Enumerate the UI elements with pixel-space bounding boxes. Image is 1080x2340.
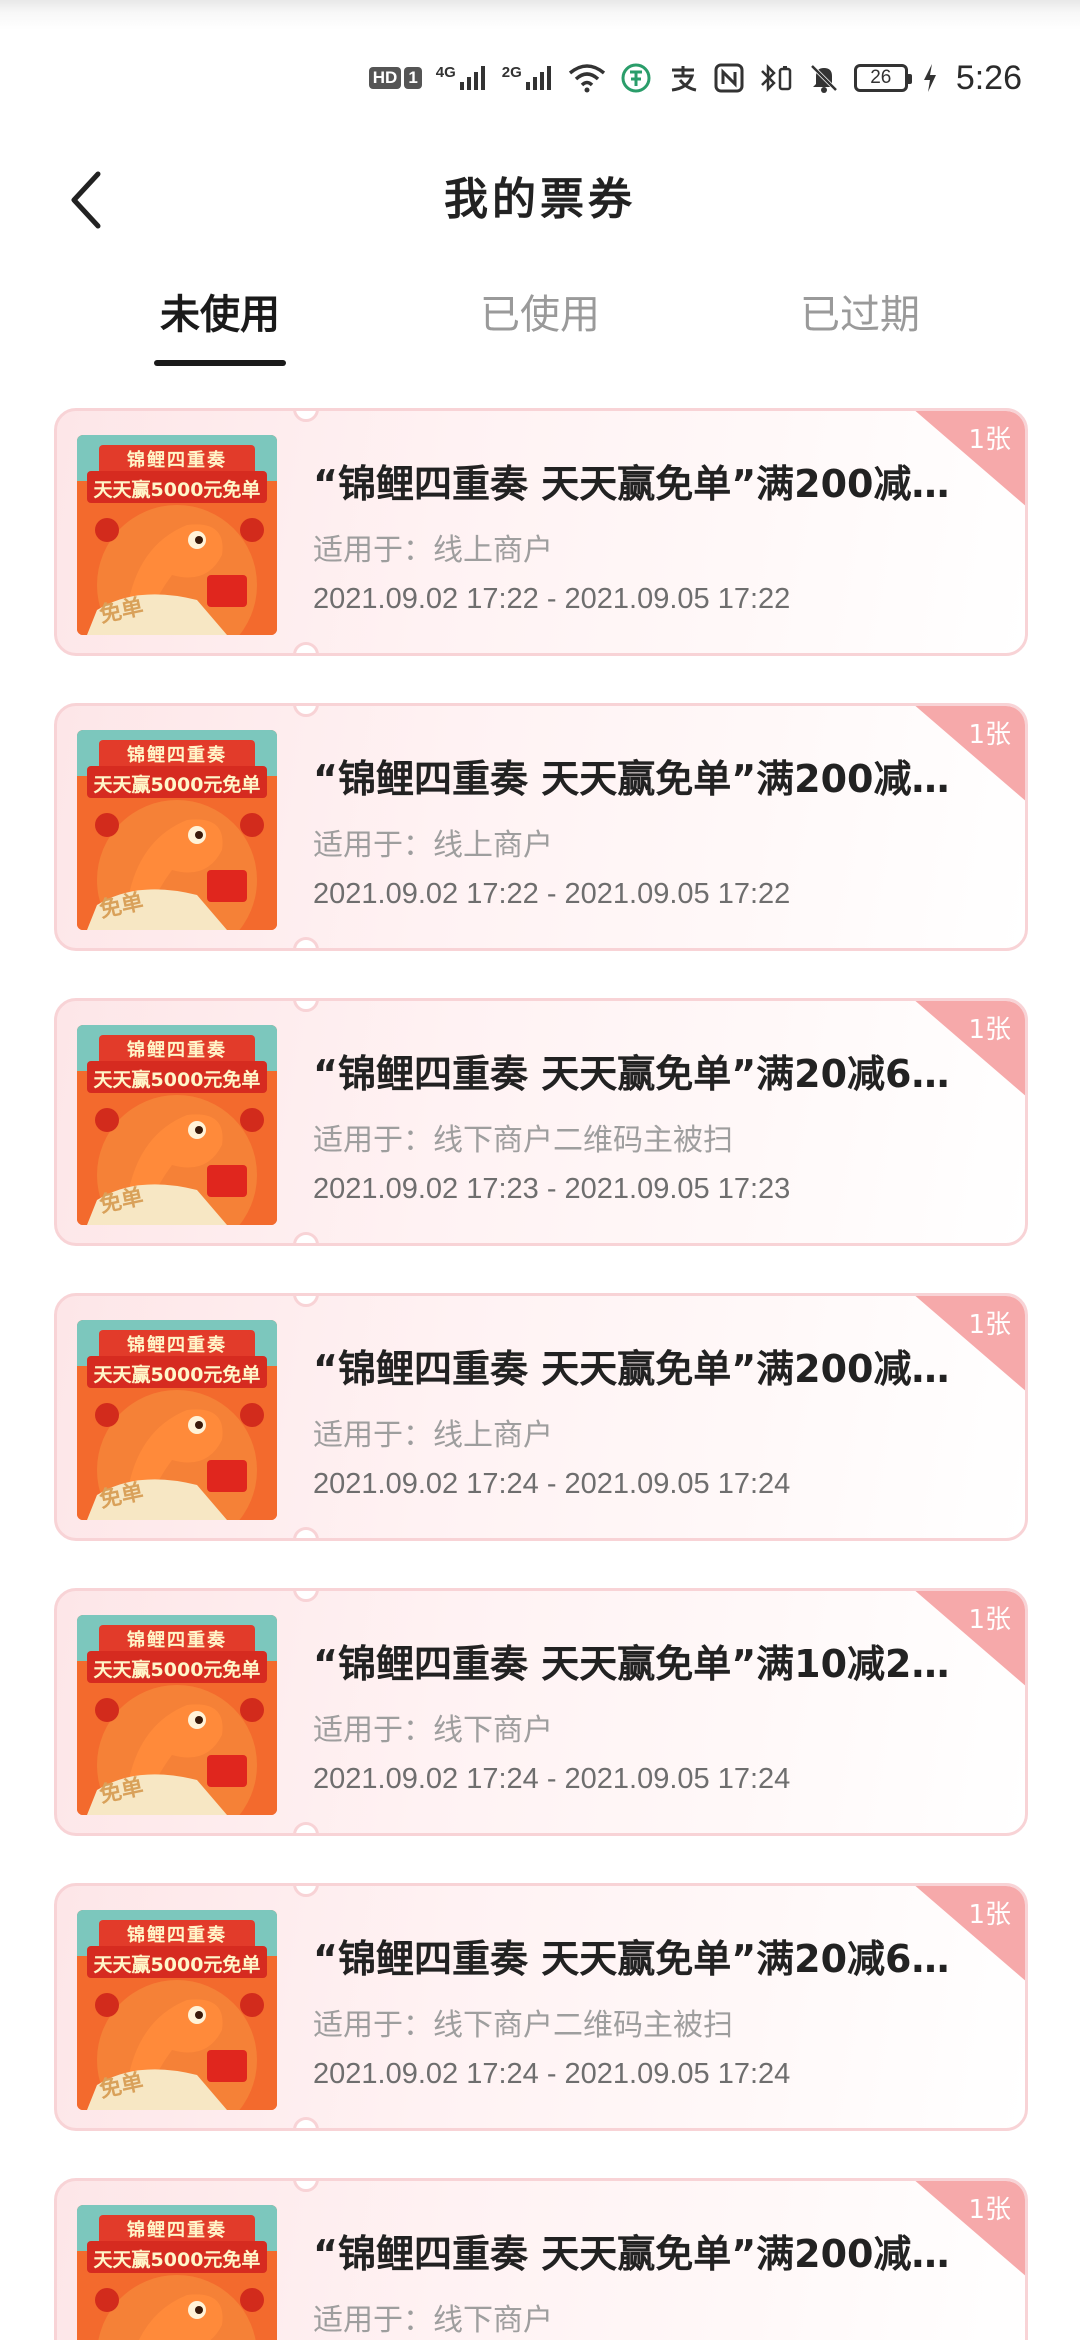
nfc-icon <box>714 63 744 93</box>
coupon-validity: 2021.09.02 17:24 - 2021.09.05 17:24 <box>313 2058 791 2090</box>
coupon-title: “锦鲤四重奏 天天赢免单”满200减… <box>313 2232 950 2276</box>
status-icons: HD 1 4G 2G 26 5:26 <box>368 56 1022 100</box>
count-badge-label: 1张 <box>968 1310 1011 1340</box>
thumb-banner-main: 天天赢5000元免单 <box>93 479 261 501</box>
coupon-scope: 适用于：线下商户二维码主被扫 <box>313 1123 733 1158</box>
thumb-banner-top: 锦鲤四重奏 <box>127 745 227 766</box>
signal-4g-icon: 4G <box>436 64 488 92</box>
tab-bar: 未使用 已使用 已过期 <box>0 270 1080 370</box>
coupon-notch-bottom <box>293 1822 319 1833</box>
thumb-banner-top: 锦鲤四重奏 <box>127 450 227 471</box>
coupon-thumbnail: 锦鲤四重奏 天天赢5000元免单 免单 <box>77 1615 277 1815</box>
coupon-title: “锦鲤四重奏 天天赢免单”满200减… <box>313 462 950 506</box>
status-bar: HD 1 4G 2G 26 5:26 <box>0 0 1080 150</box>
tab-unused-label: 未使用 <box>160 292 280 338</box>
thumb-banner-top: 锦鲤四重奏 <box>127 1040 227 1061</box>
active-tab-indicator <box>154 360 286 366</box>
sim-label: 1 <box>404 67 422 89</box>
coupon-thumbnail: 锦鲤四重奏 天天赢5000元免单 免单 <box>77 2205 277 2340</box>
thumb-banner-main: 天天赢5000元免单 <box>93 1954 261 1976</box>
coupon-thumbnail: 锦鲤四重奏 天天赢5000元免单 免单 <box>77 435 277 635</box>
coupon-scope: 适用于：线下商户 <box>313 1713 553 1748</box>
coupon-notch-bottom <box>293 1232 319 1243</box>
tab-used-label: 已使用 <box>480 292 600 338</box>
coupon-notch-top <box>293 411 319 422</box>
count-badge-label: 1张 <box>968 1900 1011 1930</box>
screen: HD 1 4G 2G 26 5:26 我的票券 未使用 已使用 已过期 锦鲤四重… <box>0 0 1080 2340</box>
coupon-notch-top <box>293 1591 319 1602</box>
count-badge-label: 1张 <box>968 720 1011 750</box>
coupon-notch-bottom <box>293 1527 319 1538</box>
coupon-card[interactable]: 锦鲤四重奏 天天赢5000元免单 免单 “锦鲤四重奏 天天赢免单”满10减2… 适… <box>54 1588 1028 1836</box>
charging-icon <box>922 63 938 93</box>
thumb-banner-main: 天天赢5000元免单 <box>93 1659 261 1681</box>
coupon-thumbnail: 锦鲤四重奏 天天赢5000元免单 免单 <box>77 1025 277 1225</box>
coupon-validity: 2021.09.02 17:23 - 2021.09.05 17:23 <box>313 1173 791 1205</box>
coupon-notch-bottom <box>293 642 319 653</box>
wifi-icon <box>568 63 606 93</box>
battery-icon: 26 <box>853 64 912 92</box>
coupon-card[interactable]: 锦鲤四重奏 天天赢5000元免单 免单 “锦鲤四重奏 天天赢免单”满200减… 适… <box>54 703 1028 951</box>
coupon-scope: 适用于：线下商户二维码主被扫 <box>313 2008 733 2043</box>
thumb-banner-top: 锦鲤四重奏 <box>127 1335 227 1356</box>
header: 我的票券 <box>0 150 1080 250</box>
coupon-notch-top <box>293 2181 319 2192</box>
tab-expired[interactable]: 已过期 <box>750 270 970 370</box>
thumb-banner-top: 锦鲤四重奏 <box>127 2220 227 2241</box>
thumb-banner-top: 锦鲤四重奏 <box>127 1925 227 1946</box>
coupon-notch-top <box>293 1296 319 1307</box>
clock: 5:26 <box>955 58 1022 97</box>
coupon-card[interactable]: 锦鲤四重奏 天天赢5000元免单 免单 “锦鲤四重奏 天天赢免单”满200减… 适… <box>54 2178 1028 2340</box>
coupon-notch-top <box>293 1886 319 1897</box>
count-badge-label: 1张 <box>968 1015 1011 1045</box>
net1-label: 4G <box>435 64 456 81</box>
thumb-banner-main: 天天赢5000元免单 <box>93 1069 261 1091</box>
coupon-validity: 2021.09.02 17:22 - 2021.09.05 17:22 <box>313 583 791 615</box>
count-badge-label: 1张 <box>968 2195 1011 2225</box>
thumb-banner-main: 天天赢5000元免单 <box>93 1364 261 1386</box>
count-badge-label: 1张 <box>968 425 1011 455</box>
coupon-validity: 2021.09.02 17:24 - 2021.09.05 17:24 <box>313 1468 791 1500</box>
thumb-banner-main: 天天赢5000元免单 <box>93 2249 261 2271</box>
coupon-notch-top <box>293 706 319 717</box>
coupon-card[interactable]: 锦鲤四重奏 天天赢5000元免单 免单 “锦鲤四重奏 天天赢免单”满200减… 适… <box>54 408 1028 656</box>
page-title: 我的票券 <box>444 174 636 225</box>
coupon-notch-top <box>293 1001 319 1012</box>
hd-indicator: HD 1 <box>368 67 422 89</box>
app-notification-icon <box>620 62 652 94</box>
coupon-notch-bottom <box>293 2117 319 2128</box>
battery-level: 26 <box>853 64 912 92</box>
coupon-thumbnail: 锦鲤四重奏 天天赢5000元免单 免单 <box>77 1910 277 2110</box>
coupon-notch-bottom <box>293 937 319 948</box>
coupon-thumbnail: 锦鲤四重奏 天天赢5000元免单 免单 <box>77 730 277 930</box>
thumb-banner-main: 天天赢5000元免单 <box>93 774 261 796</box>
coupon-scope: 适用于：线上商户 <box>313 533 553 568</box>
coupon-thumbnail: 锦鲤四重奏 天天赢5000元免单 免单 <box>77 1320 277 1520</box>
coupon-validity: 2021.09.02 17:22 - 2021.09.05 17:22 <box>313 878 791 910</box>
coupon-card[interactable]: 锦鲤四重奏 天天赢5000元免单 免单 “锦鲤四重奏 天天赢免单”满200减… 适… <box>54 1293 1028 1541</box>
coupon-scope: 适用于：线上商户 <box>313 1418 553 1453</box>
coupon-scope: 适用于：线上商户 <box>313 828 553 863</box>
bluetooth-battery-icon <box>758 62 794 94</box>
coupon-card[interactable]: 锦鲤四重奏 天天赢5000元免单 免单 “锦鲤四重奏 天天赢免单”满20减6… 适… <box>54 998 1028 1246</box>
coupon-validity: 2021.09.02 17:24 - 2021.09.05 17:24 <box>313 1763 791 1795</box>
alipay-icon <box>666 62 700 94</box>
coupon-scope: 适用于：线下商户 <box>313 2303 553 2338</box>
tab-used[interactable]: 已使用 <box>430 270 650 370</box>
bell-muted-icon <box>808 62 840 94</box>
thumb-banner-top: 锦鲤四重奏 <box>127 1630 227 1651</box>
tab-unused[interactable]: 未使用 <box>110 270 330 370</box>
coupon-card[interactable]: 锦鲤四重奏 天天赢5000元免单 免单 “锦鲤四重奏 天天赢免单”满20减6… 适… <box>54 1883 1028 2131</box>
coupon-title: “锦鲤四重奏 天天赢免单”满20减6… <box>313 1052 950 1096</box>
coupon-title: “锦鲤四重奏 天天赢免单”满10减2… <box>313 1642 950 1686</box>
signal-2g-icon: 2G <box>502 64 554 92</box>
net2-label: 2G <box>501 64 522 81</box>
coupon-title: “锦鲤四重奏 天天赢免单”满200减… <box>313 1347 950 1391</box>
hd-label: HD <box>368 67 402 89</box>
tab-expired-label: 已过期 <box>800 292 920 338</box>
coupon-title: “锦鲤四重奏 天天赢免单”满20减6… <box>313 1937 950 1981</box>
coupon-title: “锦鲤四重奏 天天赢免单”满200减… <box>313 757 950 801</box>
count-badge-label: 1张 <box>968 1605 1011 1635</box>
